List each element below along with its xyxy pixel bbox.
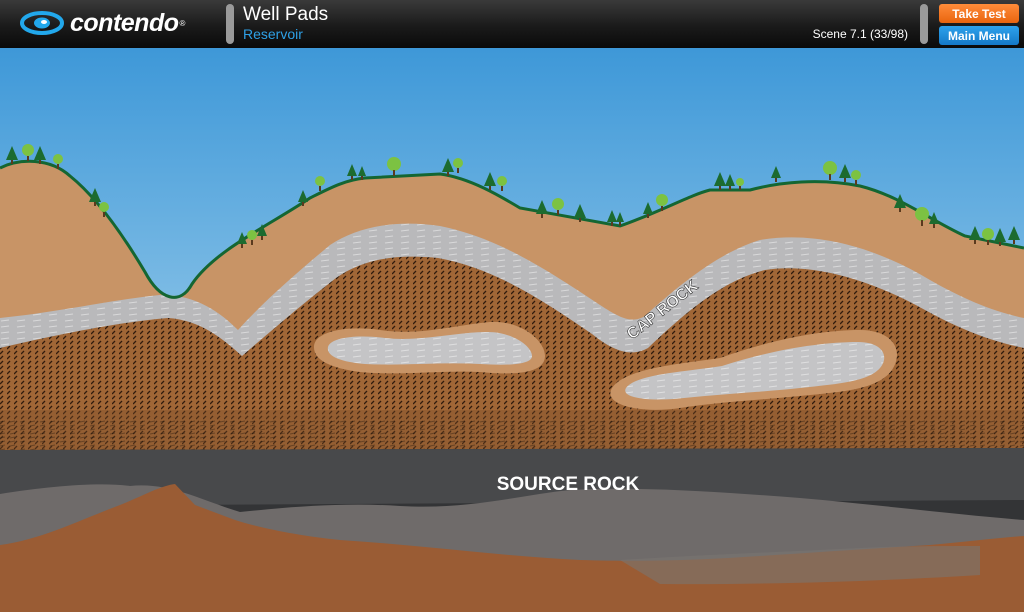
reservoir-illustration: CAP ROCK SOURCE ROCK [0, 48, 1024, 612]
app-window: contendo ® Well Pads Reservoir Scene 7.1… [0, 0, 1024, 612]
source-rock-label: SOURCE ROCK [497, 474, 640, 495]
logo-wordmark: contendo [70, 8, 179, 37]
header-separator [920, 4, 928, 44]
take-test-button[interactable]: Take Test [939, 4, 1019, 23]
top-bar: contendo ® Well Pads Reservoir Scene 7.1… [0, 0, 1024, 49]
scene-counter: Scene 7.1 (33/98) [812, 27, 908, 41]
main-menu-button[interactable]: Main Menu [939, 26, 1019, 45]
logo-registered-mark: ® [179, 18, 186, 28]
page-subtitle: Reservoir [243, 26, 303, 42]
page-title: Well Pads [243, 4, 329, 25]
contendo-eye-icon [20, 11, 64, 35]
contendo-logo: contendo ® [20, 8, 185, 38]
header-separator [226, 4, 234, 44]
